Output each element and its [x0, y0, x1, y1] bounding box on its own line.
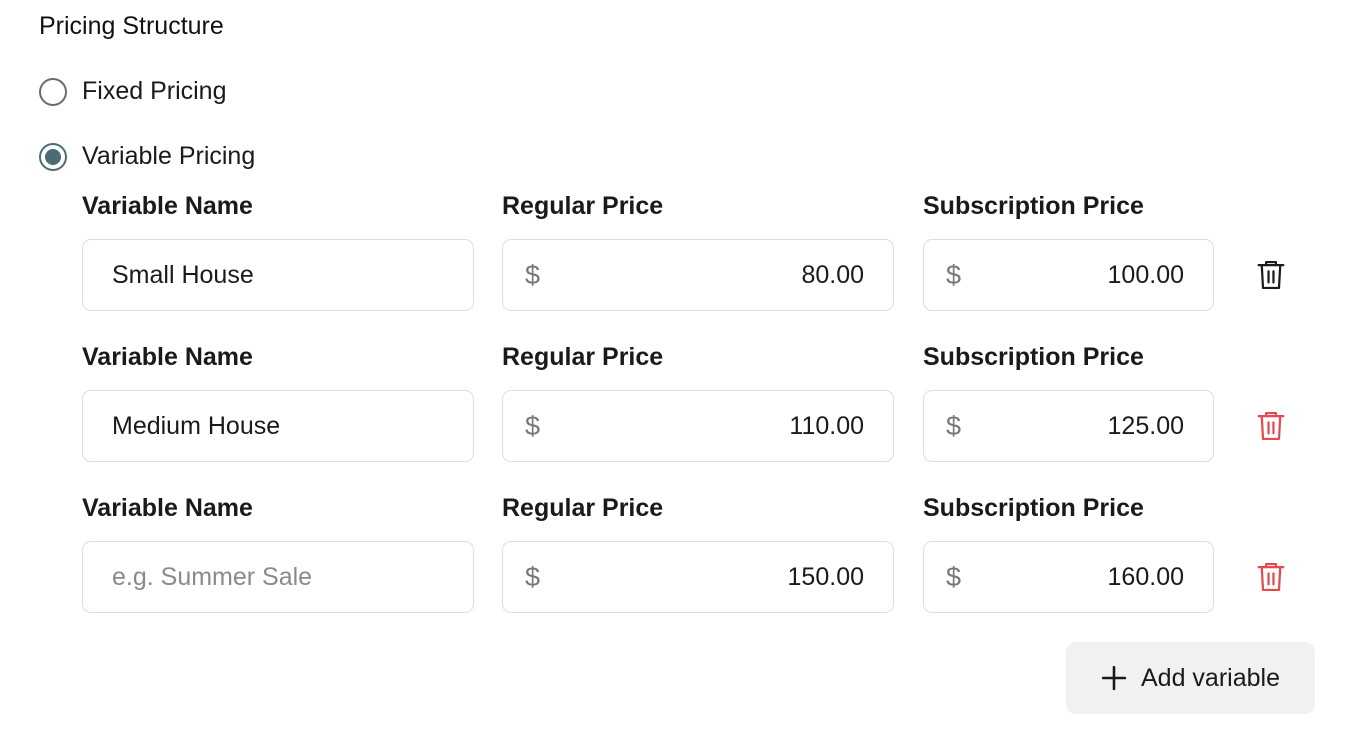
currency-symbol: $: [525, 259, 541, 290]
regular-price-field[interactable]: $ 80.00: [502, 239, 894, 311]
variable-name-input[interactable]: [112, 562, 473, 592]
radio-variable-pricing[interactable]: Variable Pricing: [39, 142, 255, 171]
radio-button-unchecked[interactable]: [39, 77, 67, 106]
regular-price-field[interactable]: $ 150.00: [502, 541, 894, 613]
section-title: Pricing Structure: [39, 12, 224, 40]
subscription-price-value[interactable]: 160.00: [976, 563, 1184, 592]
trash-icon[interactable]: [1256, 410, 1286, 442]
trash-icon[interactable]: [1256, 561, 1286, 593]
variable-row: Variable Name Regular Price Subscription…: [0, 494, 1354, 624]
plus-icon: [1101, 665, 1127, 691]
currency-symbol: $: [946, 561, 962, 592]
currency-symbol: $: [946, 410, 962, 441]
radio-button-checked[interactable]: [39, 142, 67, 171]
radio-label-fixed: Fixed Pricing: [82, 77, 227, 105]
variable-name-input[interactable]: [112, 411, 473, 441]
currency-symbol: $: [525, 561, 541, 592]
currency-symbol: $: [525, 410, 541, 441]
variable-name-label: Variable Name: [82, 494, 253, 522]
regular-price-value[interactable]: 110.00: [555, 412, 864, 441]
variable-name-label: Variable Name: [82, 343, 253, 371]
radio-fixed-pricing[interactable]: Fixed Pricing: [39, 77, 227, 106]
variable-name-label: Variable Name: [82, 192, 253, 220]
trash-icon[interactable]: [1256, 259, 1286, 291]
subscription-price-field[interactable]: $ 125.00: [923, 390, 1214, 462]
variable-name-field[interactable]: [82, 239, 474, 311]
add-variable-label: Add variable: [1141, 663, 1280, 692]
subscription-price-field[interactable]: $ 100.00: [923, 239, 1214, 311]
subscription-price-value[interactable]: 125.00: [976, 412, 1184, 441]
currency-symbol: $: [946, 259, 962, 290]
variable-row: Variable Name Regular Price Subscription…: [0, 192, 1354, 322]
subscription-price-label: Subscription Price: [923, 494, 1144, 522]
regular-price-label: Regular Price: [502, 494, 664, 522]
subscription-price-field[interactable]: $ 160.00: [923, 541, 1214, 613]
regular-price-value[interactable]: 80.00: [555, 261, 864, 290]
subscription-price-label: Subscription Price: [923, 192, 1144, 220]
add-variable-button[interactable]: Add variable: [1066, 642, 1315, 714]
subscription-price-label: Subscription Price: [923, 343, 1144, 371]
variable-name-field[interactable]: [82, 390, 474, 462]
regular-price-field[interactable]: $ 110.00: [502, 390, 894, 462]
regular-price-value[interactable]: 150.00: [555, 563, 864, 592]
subscription-price-value[interactable]: 100.00: [976, 261, 1184, 290]
variable-name-field[interactable]: [82, 541, 474, 613]
regular-price-label: Regular Price: [502, 343, 664, 371]
radio-label-variable: Variable Pricing: [82, 142, 256, 170]
variable-name-input[interactable]: [112, 260, 473, 290]
variable-row: Variable Name Regular Price Subscription…: [0, 343, 1354, 473]
regular-price-label: Regular Price: [502, 192, 664, 220]
